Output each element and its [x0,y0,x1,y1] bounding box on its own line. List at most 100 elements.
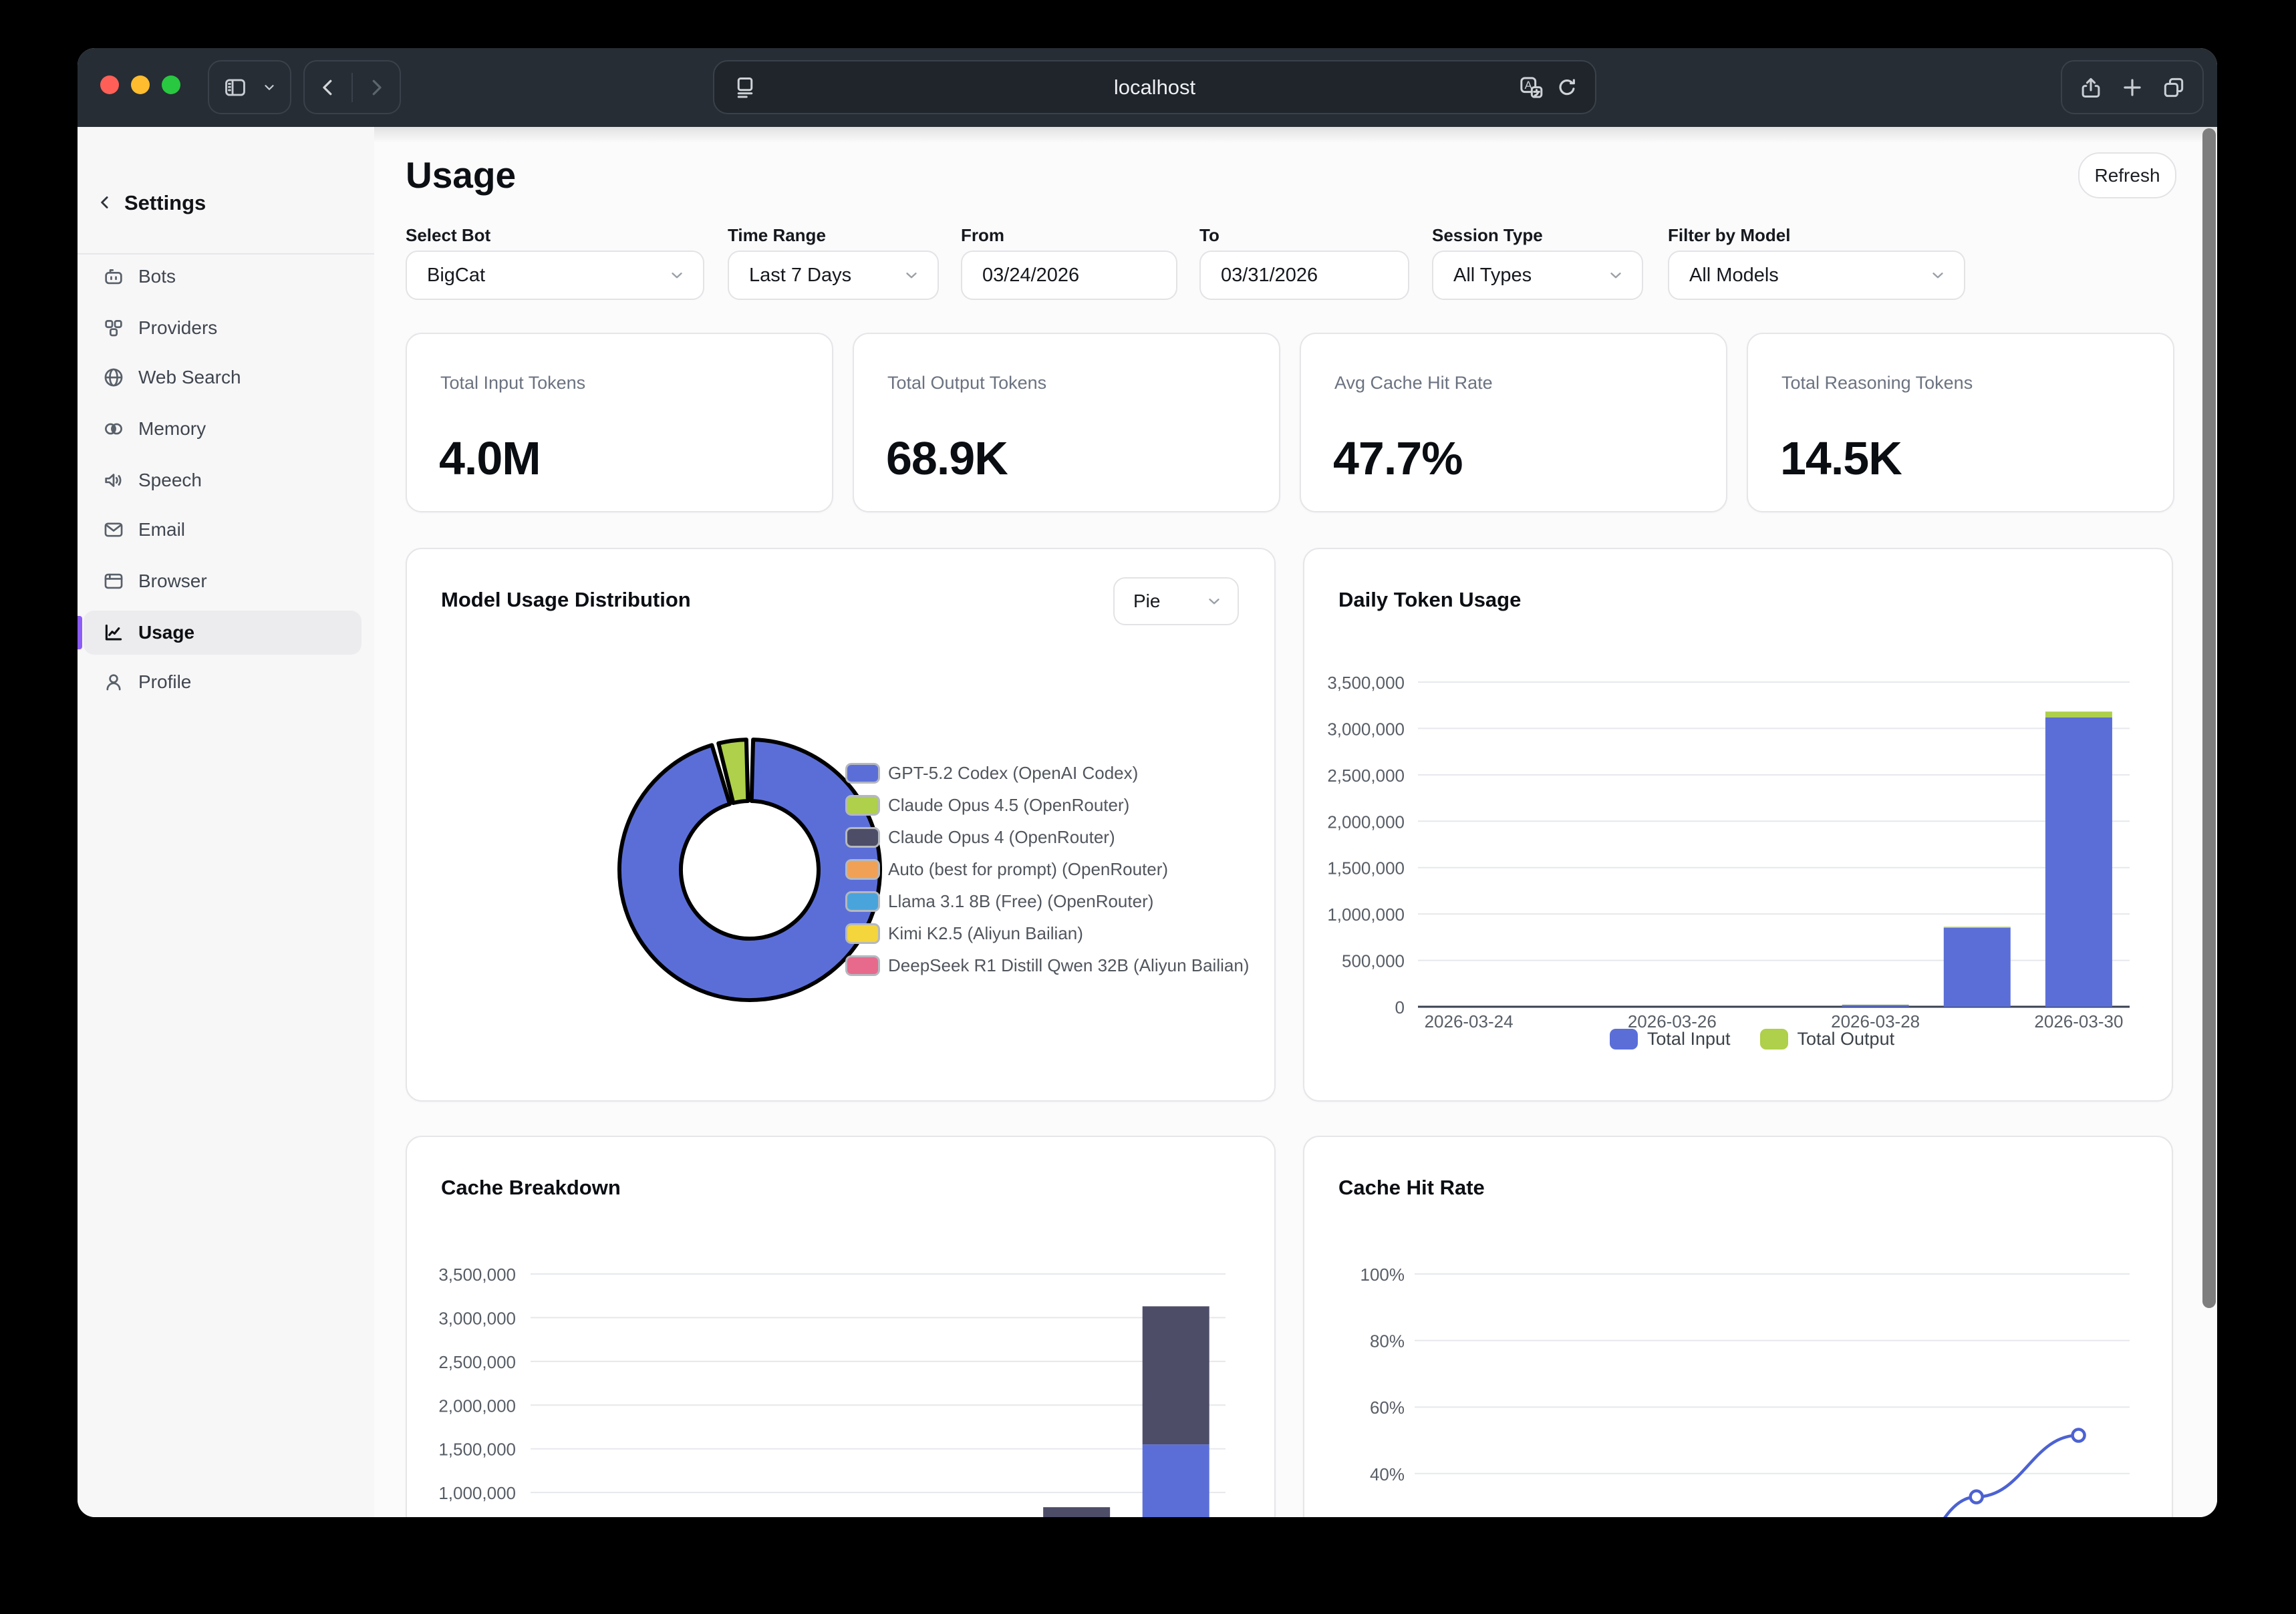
globe-icon [102,366,125,389]
sidebar-item-providers[interactable]: Providers [84,306,362,350]
chevron-down-icon [1205,593,1223,610]
stat-label: Total Input Tokens [440,373,585,393]
select-bot-dropdown[interactable]: BigCat [406,251,704,300]
legend-label: Claude Opus 4.5 (OpenRouter) [888,795,1129,816]
brain-icon [102,418,125,440]
translate-icon[interactable]: A [1518,74,1544,101]
sidebar-item-label: Web Search [138,367,241,388]
tab-overview-icon[interactable] [2161,75,2186,100]
settings-sidebar: Settings Bots Providers Web Search Memor… [78,127,376,1517]
filter-model-dropdown[interactable]: All Models [1668,251,1965,300]
session-type-dropdown[interactable]: All Types [1432,251,1643,300]
sidebar-title: Settings [124,191,206,215]
sidebar-item-speech[interactable]: Speech [84,458,362,502]
filter-label-session-type: Session Type [1432,225,1543,246]
bar-segment [1944,928,2011,1007]
sidebar-toggle-group [208,60,291,114]
envelope-icon [102,518,125,541]
browser-window: localhost A Settings [78,48,2217,1517]
stat-card-output-tokens: Total Output Tokens 68.9K [853,333,1280,512]
time-range-dropdown[interactable]: Last 7 Days [728,251,939,300]
filter-label-select-bot: Select Bot [406,225,490,246]
share-icon[interactable] [2078,75,2104,100]
legend-item: Kimi K2.5 (Aliyun Bailian) [845,917,1249,949]
pie-type-dropdown[interactable]: Pie [1113,577,1239,625]
daily-chart-legend: Total InputTotal Output [1385,1029,2120,1050]
y-tick-label: 0 [1395,997,1405,1017]
refresh-button[interactable]: Refresh [2078,152,2176,198]
chevron-down-icon [668,267,686,284]
legend-label: GPT-5.2 Codex (OpenAI Codex) [888,763,1138,784]
legend-label: Auto (best for prompt) (OpenRouter) [888,859,1168,880]
sidebar-item-label: Providers [138,317,217,339]
window-actions-group [2061,60,2204,114]
daily-token-usage-chart: 0500,0001,000,0001,500,0002,000,0002,500… [1304,549,2172,1100]
zoom-button[interactable] [162,75,180,94]
filter-label-time-range: Time Range [728,225,826,246]
browser-window-icon [102,570,125,593]
time-range-value: Last 7 Days [749,265,851,287]
legend-label: Claude Opus 4 (OpenRouter) [888,827,1115,848]
sidebar-item-profile[interactable]: Profile [84,660,362,704]
legend-item: Claude Opus 4.5 (OpenRouter) [845,789,1249,821]
back-chevron-icon[interactable] [95,192,115,216]
sidebar-toggle-icon[interactable] [223,75,248,100]
url-text: localhost [714,75,1595,100]
browser-toolbar: localhost A [78,48,2217,127]
stat-label: Avg Cache Hit Rate [1334,373,1493,393]
person-icon [102,671,125,693]
sidebar-item-email[interactable]: Email [84,508,362,552]
filter-label-from: From [961,225,1004,246]
legend-swatch [845,891,880,912]
data-point-marker [2073,1430,2085,1442]
legend-item: GPT-5.2 Codex (OpenAI Codex) [845,757,1249,789]
donut-slice [619,740,880,1000]
sidebar-item-web-search[interactable]: Web Search [84,355,362,399]
bar-segment [1944,927,2011,928]
legend-item: DeepSeek R1 Distill Qwen 32B (Aliyun Bai… [845,949,1249,981]
sidebar-item-memory[interactable]: Memory [84,407,362,451]
y-tick-label: 60% [1370,1398,1405,1418]
stat-label: Total Output Tokens [887,373,1046,393]
sidebar-item-usage[interactable]: Usage [84,611,362,655]
chevron-down-icon [903,267,920,284]
from-date-field[interactable]: 03/24/2026 [961,251,1177,300]
stat-card-input-tokens: Total Input Tokens 4.0M [406,333,833,512]
main-content: Usage Refresh Select Bot BigCat Time Ran… [374,127,2217,1517]
desktop: localhost A Settings [0,0,2296,1614]
legend-label: Kimi K2.5 (Aliyun Bailian) [888,923,1083,944]
legend-item: Llama 3.1 8B (Free) (OpenRouter) [845,885,1249,917]
forward-button-icon[interactable] [364,75,388,100]
page-format-icon[interactable] [733,75,757,100]
y-tick-label: 100% [1360,1265,1405,1285]
legend-swatch [1760,1029,1788,1050]
legend-swatch [845,923,880,944]
legend-swatch [845,763,880,784]
legend-swatch [845,827,880,848]
sidebar-item-bots[interactable]: Bots [84,255,362,299]
minimize-button[interactable] [131,75,150,94]
sidebar-item-label: Bots [138,266,176,287]
reload-icon[interactable] [1555,75,1579,100]
new-tab-icon[interactable] [2120,75,2145,100]
legend-item: Claude Opus 4 (OpenRouter) [845,821,1249,853]
chevron-down-icon[interactable] [262,80,277,95]
legend-swatch [1610,1029,1638,1050]
y-tick-label: 3,000,000 [438,1308,516,1328]
y-tick-label: 1,500,000 [438,1440,516,1460]
nav-buttons-group [303,60,401,114]
back-button-icon[interactable] [316,75,340,100]
close-button[interactable] [100,75,119,94]
sidebar-item-browser[interactable]: Browser [84,559,362,603]
bar-segment [2045,711,2112,717]
sidebar-header: Settings [78,127,374,253]
bar-segment [2045,717,2112,1007]
address-bar[interactable]: localhost A [713,60,1596,114]
scrollbar-thumb[interactable] [2202,128,2216,1308]
pie-type-value: Pie [1133,591,1160,612]
to-date-field[interactable]: 03/31/2026 [1199,251,1409,300]
boxes-icon [102,317,125,339]
y-tick-label: 2,500,000 [438,1352,516,1372]
cache-hit-rate-card: Cache Hit Rate 40%60%80%100% [1303,1136,2173,1517]
y-tick-label: 2,000,000 [1327,812,1405,832]
